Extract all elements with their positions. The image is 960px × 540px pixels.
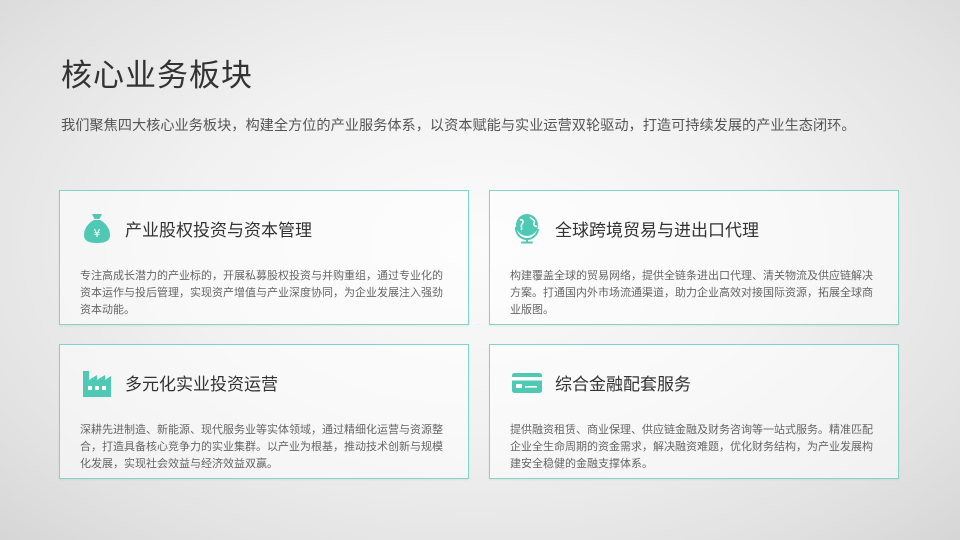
card-title: 综合金融配套服务: [555, 375, 691, 395]
globe-icon: [510, 211, 544, 245]
card-title: 多元化实业投资运营: [125, 375, 278, 395]
money-bag-icon: ¥: [80, 211, 114, 245]
page-title: 核心业务板块: [61, 58, 253, 94]
credit-card-icon: [510, 365, 544, 399]
card-equity-investment: ¥ 产业股权投资与资本管理 专注高成长潜力的产业标的，开展私募股权投资与并购重组…: [59, 190, 469, 325]
svg-text:¥: ¥: [94, 227, 101, 240]
card-title: 全球跨境贸易与进出口代理: [555, 221, 759, 241]
card-description: 专注高成长潜力的产业标的，开展私募股权投资与并购重组，通过专业化的资本运作与投后…: [80, 269, 443, 316]
card-industrial-operations: 多元化实业投资运营 深耕先进制造、新能源、现代服务业等实体领域，通过精细化运营与…: [59, 344, 469, 479]
card-description: 构建覆盖全球的贸易网络，提供全链条进出口代理、清关物流及供应链解决方案。打通国内…: [510, 269, 873, 316]
card-global-trade: 全球跨境贸易与进出口代理 构建覆盖全球的贸易网络，提供全链条进出口代理、清关物流…: [489, 190, 899, 325]
intro-text: 我们聚焦四大核心业务板块，构建全方位的产业服务体系，以资本赋能与实业运营双轮驱动…: [61, 118, 856, 134]
card-description: 深耕先进制造、新能源、现代服务业等实体领域，通过精细化运营与资源整合，打造具备核…: [80, 423, 443, 470]
card-description: 提供融资租赁、商业保理、供应链金融及财务咨询等一站式服务。精准匹配企业全生命周期…: [510, 423, 873, 470]
card-title: 产业股权投资与资本管理: [125, 221, 312, 241]
slide: 核心业务板块 我们聚焦四大核心业务板块，构建全方位的产业服务体系，以资本赋能与实…: [0, 0, 960, 540]
factory-icon: [80, 365, 114, 399]
card-financial-services: 综合金融配套服务 提供融资租赁、商业保理、供应链金融及财务咨询等一站式服务。精准…: [489, 344, 899, 479]
